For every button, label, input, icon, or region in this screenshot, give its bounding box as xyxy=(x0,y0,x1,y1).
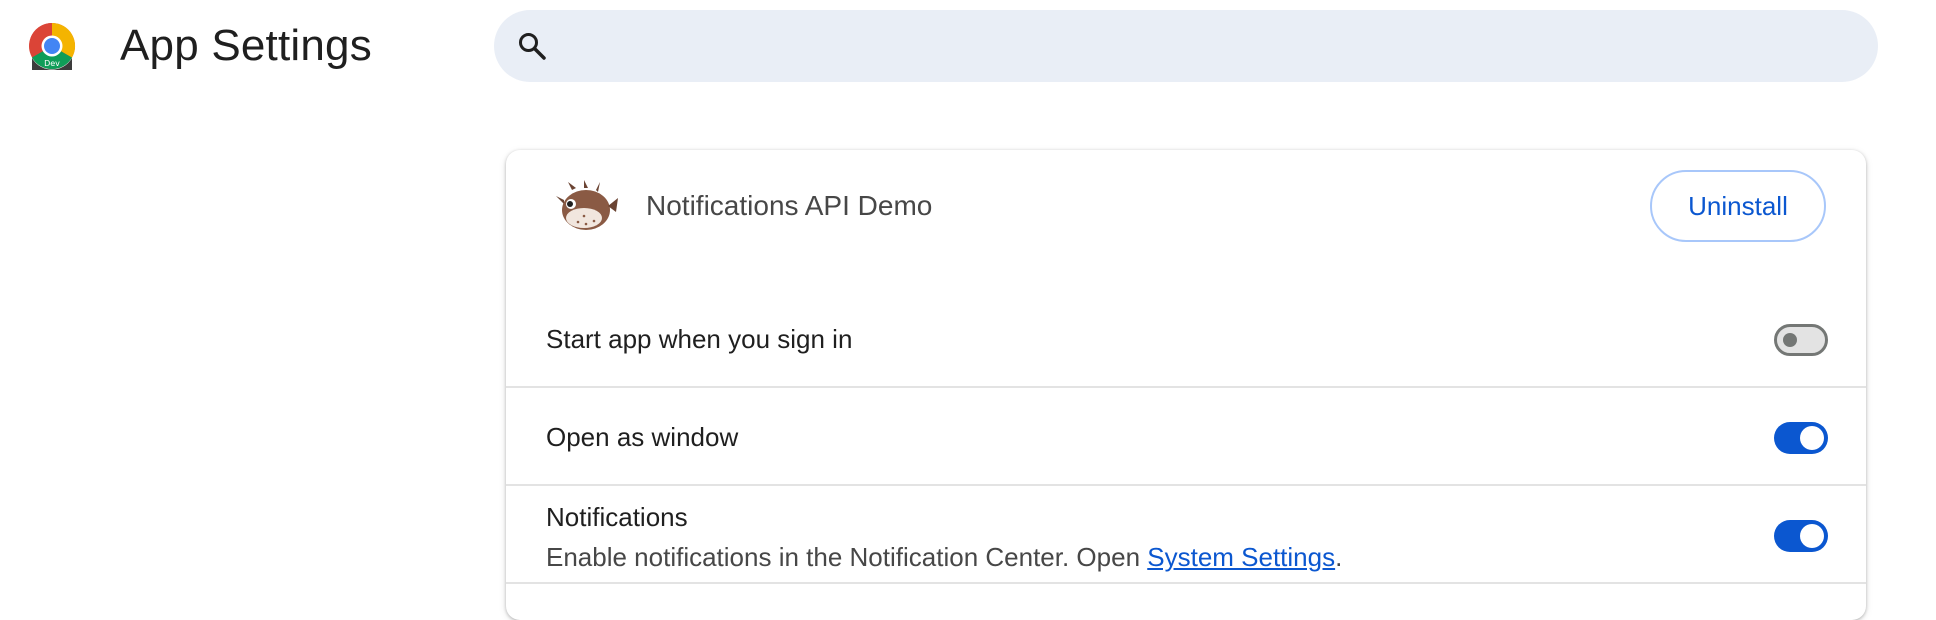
logo-badge-text: Dev xyxy=(44,59,60,68)
setting-label: Start app when you sign in xyxy=(546,324,853,354)
search-input[interactable] xyxy=(568,24,1848,68)
system-settings-link[interactable]: System Settings xyxy=(1147,542,1335,572)
setting-label: Notifications xyxy=(546,502,688,532)
description-prefix: Enable notifications in the Notification… xyxy=(546,542,1148,572)
open-as-window-toggle[interactable] xyxy=(1774,422,1828,454)
description-suffix: . xyxy=(1335,542,1343,572)
setting-label: Open as window xyxy=(546,422,739,452)
app-name: Notifications API Demo xyxy=(646,190,933,221)
setting-row-notifications[interactable]: Notifications Enable notifications in th… xyxy=(506,488,1866,584)
uninstall-button[interactable]: Uninstall xyxy=(1650,170,1826,242)
pufferfish-app-icon xyxy=(554,178,618,238)
setting-row-start-on-sign-in[interactable]: Start app when you sign in xyxy=(506,290,1866,388)
setting-description: Enable notifications in the Notification… xyxy=(546,540,1342,574)
search-bar[interactable] xyxy=(494,10,1878,82)
app-settings-card: Notifications API Demo Uninstall Start a… xyxy=(506,150,1866,620)
toggle-knob xyxy=(1783,333,1797,347)
toggle-knob xyxy=(1800,426,1824,450)
toggle-knob xyxy=(1800,524,1824,548)
search-icon[interactable] xyxy=(516,30,548,62)
page-title: App Settings xyxy=(120,21,372,70)
top-bar: Dev App Settings xyxy=(0,0,1936,100)
setting-row-open-as-window[interactable]: Open as window xyxy=(506,390,1866,486)
notifications-toggle[interactable] xyxy=(1774,520,1828,552)
start-on-sign-in-toggle[interactable] xyxy=(1774,324,1828,356)
chrome-dev-logo-icon: Dev xyxy=(28,22,76,70)
